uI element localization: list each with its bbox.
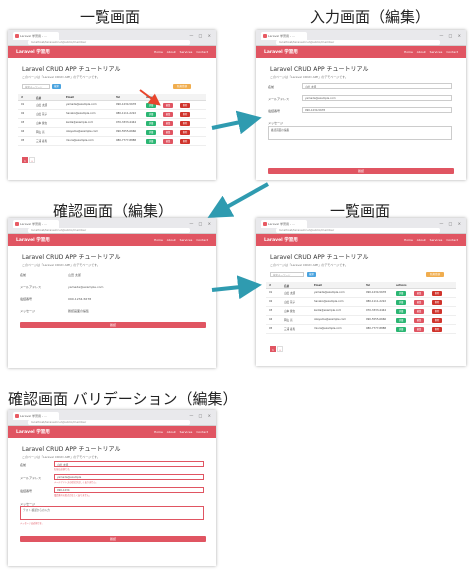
arrow-confirm-to-list xyxy=(211,275,262,300)
arrow-input-to-confirm xyxy=(207,182,269,218)
click-marker-arrow xyxy=(139,89,161,106)
flow-arrows xyxy=(139,89,269,300)
arrow-list-to-input xyxy=(211,110,262,135)
